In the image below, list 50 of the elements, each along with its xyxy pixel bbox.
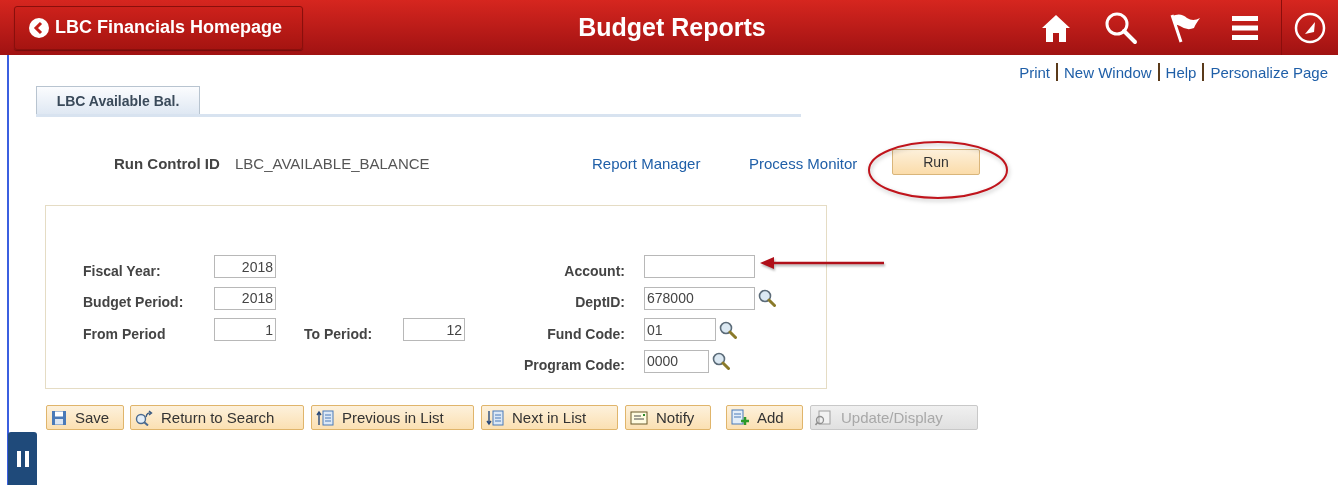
run-control-value: LBC_AVAILABLE_BALANCE [235, 155, 430, 172]
run-button[interactable]: Run [892, 149, 980, 175]
back-chevron-icon [29, 17, 49, 38]
search-icon[interactable] [1104, 10, 1138, 45]
toolbar-button[interactable]: Save [46, 405, 124, 430]
field-label: From Period [83, 324, 167, 342]
add-page-icon [731, 409, 749, 426]
menu-icon[interactable] [1231, 14, 1259, 41]
run-control-label: Run Control ID [114, 155, 220, 172]
search-icon[interactable] [712, 352, 730, 371]
input-field[interactable]: 2018 [214, 286, 276, 310]
flag-icon[interactable] [1169, 11, 1201, 44]
search-icon[interactable] [758, 289, 776, 308]
search-icon[interactable] [719, 320, 737, 339]
input-field[interactable]: 1 [214, 318, 276, 342]
field-label: Program Code: [522, 356, 625, 374]
input-field[interactable]: 0000 [644, 349, 709, 373]
report-link[interactable]: Report Manager [592, 155, 701, 172]
compass-icon[interactable] [1294, 11, 1326, 44]
page-link[interactable]: Help [1165, 63, 1197, 81]
input-field[interactable]: 01 [644, 318, 716, 342]
input-field[interactable] [644, 255, 755, 279]
list-up-arrow-icon [316, 409, 334, 426]
field-label: Account: [563, 261, 625, 279]
input-field[interactable]: 2018 [214, 255, 276, 279]
page-magnifier-icon [815, 409, 833, 426]
tab[interactable]: LBC Available Bal. [36, 86, 200, 114]
field-label: DeptID: [574, 293, 625, 311]
page-link[interactable]: Print [1019, 63, 1051, 81]
field-label: Fund Code: [546, 324, 625, 342]
input-field[interactable]: 678000 [644, 286, 755, 310]
list-down-arrow-icon [486, 409, 504, 426]
magnifier-arrow-icon [135, 409, 153, 426]
toolbar-button[interactable]: Notify [625, 405, 711, 430]
page-link[interactable]: Personalize Page [1210, 63, 1328, 81]
field-label: To Period: [304, 324, 374, 342]
field-label: Budget Period: [83, 293, 185, 311]
field-label: Fiscal Year: [83, 261, 162, 279]
back-button[interactable]: LBC Financials Homepage [14, 5, 303, 50]
input-field[interactable]: 12 [403, 318, 465, 342]
toolbar-button[interactable]: Return to Search [130, 405, 304, 430]
pause-icon [15, 449, 30, 468]
page-title: Budget Reports [578, 13, 766, 42]
note-icon [630, 409, 648, 426]
toolbar-button[interactable]: Next in List [481, 405, 618, 430]
page-link[interactable]: New Window [1064, 63, 1152, 81]
toolbar-button[interactable]: Add [726, 405, 803, 430]
report-link[interactable]: Process Monitor [749, 155, 858, 172]
pause-button[interactable] [8, 432, 37, 485]
toolbar-button[interactable]: Previous in List [311, 405, 474, 430]
